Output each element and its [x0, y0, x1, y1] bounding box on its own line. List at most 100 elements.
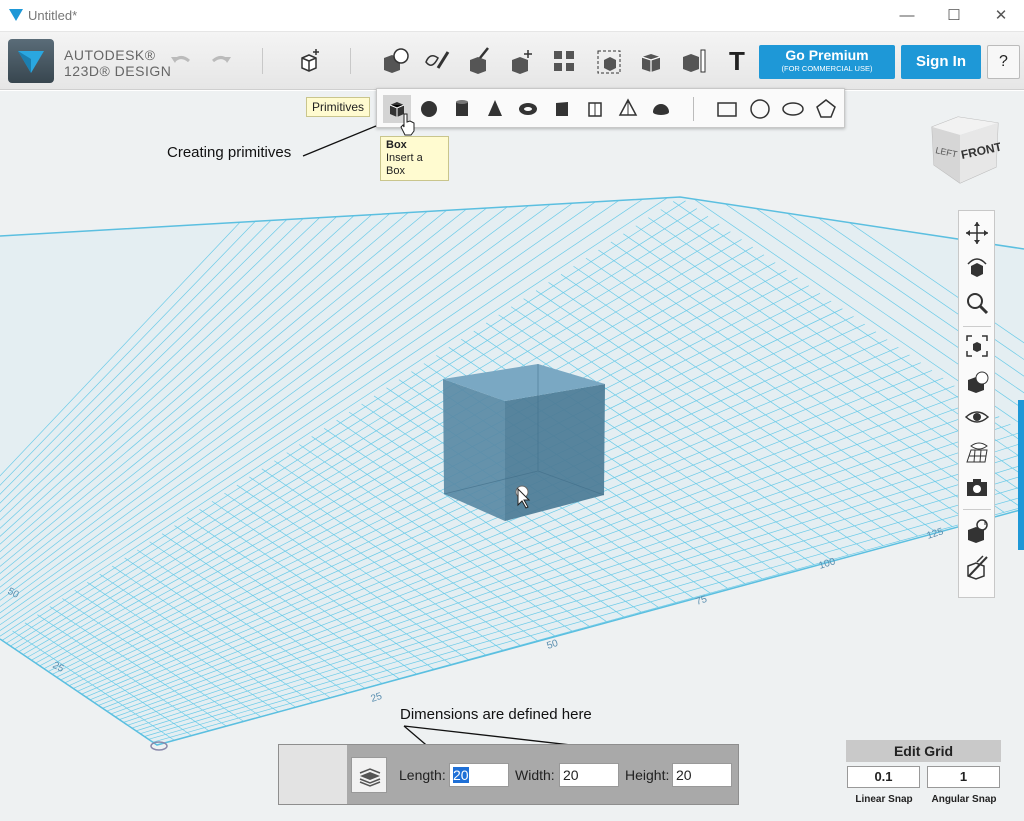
dimension-options-button[interactable]: [351, 757, 387, 793]
angular-snap-label: Angular Snap: [931, 794, 997, 805]
view-mode-button[interactable]: [963, 368, 991, 396]
rectangle-icon: [717, 102, 737, 117]
width-label: Width:: [515, 767, 555, 783]
cone-icon: [488, 100, 502, 116]
toolbar-separator: [262, 48, 263, 74]
toolbar-separator: [350, 48, 351, 74]
modify-menu-button[interactable]: [504, 44, 538, 78]
combine-menu-button[interactable]: [634, 44, 668, 78]
wedge-icon: [556, 102, 568, 116]
zoom-icon: [967, 293, 989, 315]
window-title: Untitled*: [28, 8, 78, 23]
fit-icon: [966, 335, 988, 357]
ellipse-icon: [782, 102, 804, 116]
hemisphere-primitive-button[interactable]: [647, 95, 675, 123]
zoom-button[interactable]: [963, 289, 991, 317]
material-button[interactable]: [963, 516, 991, 544]
move-cube-icon: [301, 49, 319, 72]
box-tooltip-title: Box: [386, 139, 407, 151]
rectangle-sketch-button[interactable]: [713, 95, 741, 123]
circle-icon: [750, 99, 770, 119]
pyramid-primitive-button[interactable]: [614, 95, 642, 123]
sign-in-button[interactable]: Sign In: [901, 45, 981, 79]
width-input[interactable]: 20: [559, 763, 619, 787]
length-value: 20: [453, 767, 469, 783]
construct-menu-button[interactable]: [462, 44, 496, 78]
undo-button[interactable]: [164, 44, 198, 78]
ellipse-sketch-button[interactable]: [779, 95, 807, 123]
height-label: Height:: [625, 767, 670, 783]
angular-snap-input[interactable]: 1: [927, 766, 1000, 788]
modify-icon: [512, 50, 532, 74]
primitives-icon: [384, 48, 409, 73]
grid-label: 25: [370, 691, 384, 705]
pan-icon: [966, 222, 988, 244]
help-button[interactable]: ?: [987, 45, 1020, 79]
grid-visibility-button[interactable]: [963, 438, 991, 466]
eye-icon: [964, 411, 990, 423]
linear-snap-input[interactable]: 0.1: [847, 766, 920, 788]
cone-primitive-button[interactable]: [481, 95, 509, 123]
polygon-sketch-button[interactable]: [812, 95, 840, 123]
length-input[interactable]: 20: [449, 763, 509, 787]
combine-icon: [641, 54, 661, 72]
camera-icon: [967, 479, 987, 496]
wedge-primitive-button[interactable]: [548, 95, 576, 123]
sphere-primitive-button[interactable]: [415, 95, 443, 123]
redo-icon: [212, 56, 231, 63]
text-tool-button[interactable]: T: [720, 44, 754, 78]
measure-menu-button[interactable]: [677, 44, 711, 78]
brand-name: AUTODESK®: [64, 47, 156, 63]
transform-menu-button[interactable]: [292, 44, 326, 78]
prism-icon: [588, 102, 602, 117]
height-input[interactable]: 20: [672, 763, 732, 787]
group-menu-button[interactable]: [592, 44, 626, 78]
width-value: 20: [563, 767, 579, 783]
height-value: 20: [676, 767, 692, 783]
orbit-button[interactable]: [963, 254, 991, 282]
box-tooltip: Box Insert a Box: [380, 136, 449, 181]
brand-logo-icon[interactable]: [8, 39, 54, 83]
cylinder-primitive-button[interactable]: [448, 95, 476, 123]
fit-to-view-button[interactable]: [963, 332, 991, 360]
primitives-annotation: Creating primitives: [167, 144, 292, 161]
prism-primitive-button[interactable]: [581, 95, 609, 123]
sketch-menu-button[interactable]: [420, 44, 454, 78]
brand-product: 123D® DESIGN: [64, 63, 172, 79]
torus-icon: [519, 103, 537, 115]
layers-icon: [359, 768, 381, 787]
circle-sketch-button[interactable]: [746, 95, 774, 123]
redo-button[interactable]: [204, 44, 238, 78]
go-premium-button[interactable]: Go Premium (FOR COMMERCIAL USE): [759, 45, 895, 79]
grid-eye-icon: [966, 442, 988, 463]
edit-grid-button[interactable]: Edit Grid: [846, 740, 1001, 762]
group-icon: [597, 50, 621, 74]
minimize-button[interactable]: —: [887, 4, 927, 28]
close-button[interactable]: ✕: [981, 4, 1021, 28]
pyramid-icon: [618, 98, 638, 116]
orbit-icon: [967, 258, 987, 277]
go-premium-label: Go Premium: [785, 47, 869, 63]
nav-separator: [963, 326, 991, 327]
navigation-bar: [958, 210, 995, 598]
dimensions-annotation: Dimensions are defined here: [400, 706, 592, 723]
maximize-button[interactable]: ☐: [934, 4, 974, 28]
material-icon: [968, 519, 988, 543]
primitives-menu-button[interactable]: [378, 44, 412, 78]
flyout-separator: [693, 97, 694, 121]
screenshot-button[interactable]: [963, 473, 991, 501]
view-cube[interactable]: LEFT FRONT: [928, 113, 1004, 185]
sphere-icon: [421, 101, 437, 117]
snap-button[interactable]: [963, 552, 991, 580]
pan-button[interactable]: [963, 219, 991, 247]
measure-icon: [683, 49, 706, 73]
torus-primitive-button[interactable]: [514, 95, 542, 123]
dimension-panel-blank: [279, 745, 347, 804]
visibility-button[interactable]: [963, 403, 991, 431]
side-panel-handle[interactable]: [1018, 400, 1024, 550]
linear-snap-label: Linear Snap: [855, 794, 913, 805]
hemisphere-icon: [653, 104, 669, 115]
pattern-menu-button[interactable]: [547, 44, 581, 78]
primitives-tooltip: Primitives: [306, 97, 371, 117]
cylinder-icon: [456, 100, 468, 116]
